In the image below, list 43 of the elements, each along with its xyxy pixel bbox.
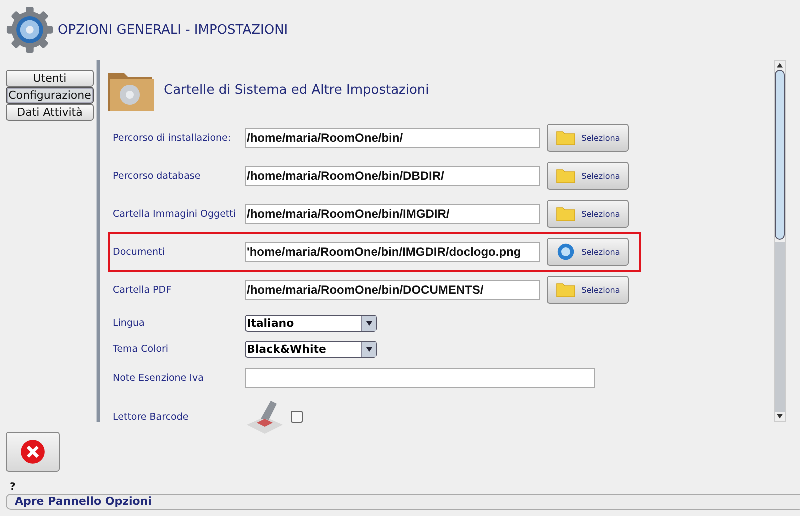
select-button[interactable]: Seleziona — [547, 162, 629, 190]
select-button[interactable]: Seleziona — [547, 276, 629, 304]
section-title: Cartelle di Sistema ed Altre Impostazioni — [164, 82, 430, 98]
folder-icon — [556, 281, 576, 299]
caret-icon — [366, 320, 372, 326]
folder-icon — [556, 167, 576, 185]
scroll-down-icon[interactable] — [777, 414, 783, 419]
folder-icon — [556, 129, 576, 147]
field-label: Cartella PDF — [113, 284, 173, 296]
checkbox[interactable] — [291, 411, 303, 423]
field-label: Lingua — [113, 318, 146, 328]
path-field[interactable]: /home/maria/RoomOne/bin/IMGDIR/ — [245, 204, 540, 224]
scroll-up-icon[interactable] — [777, 63, 783, 68]
disc-icon — [556, 243, 576, 261]
field-label: Percorso database — [113, 170, 202, 182]
field-label: Lettore Barcode — [113, 412, 190, 422]
input-field[interactable] — [245, 368, 595, 388]
folder-icon — [556, 205, 576, 223]
select-button[interactable]: Seleziona — [547, 200, 629, 228]
help-text: ? — [10, 482, 16, 493]
field-label: Documenti — [113, 246, 166, 258]
path-field[interactable]: 'home/maria/RoomOne/bin/IMGDIR/doclogo.png — [245, 242, 540, 262]
caret-icon — [366, 346, 372, 352]
close-button[interactable] — [6, 432, 60, 472]
field-label: Note Esenzione Iva — [113, 372, 205, 384]
path-field[interactable]: /home/maria/RoomOne/bin/DBDIR/ — [245, 166, 540, 186]
dropdown[interactable]: Black&White — [245, 340, 377, 358]
select-button[interactable]: Seleziona — [547, 238, 629, 266]
dropdown[interactable]: Italiano — [245, 314, 377, 332]
scrollbar[interactable] — [774, 60, 786, 422]
side-tab[interactable]: Configurazione — [6, 87, 94, 104]
field-label: Percorso di installazione: — [113, 132, 232, 144]
status-bar: Apre Pannello Opzioni — [6, 494, 800, 510]
select-button[interactable]: Seleziona — [547, 124, 629, 152]
field-label: Tema Colori — [113, 344, 170, 354]
path-field[interactable]: /home/maria/RoomOne/bin/DOCUMENTS/ — [245, 280, 540, 300]
gear-icon — [6, 6, 54, 54]
field-label: Cartella Immagini Oggetti — [113, 208, 238, 220]
side-tab[interactable]: Dati Attività — [6, 104, 94, 121]
path-field[interactable]: /home/maria/RoomOne/bin/ — [245, 128, 540, 148]
side-tab[interactable]: Utenti — [6, 70, 94, 87]
close-icon — [20, 439, 46, 465]
window-title: OPZIONI GENERALI - IMPOSTAZIONI — [58, 22, 288, 38]
